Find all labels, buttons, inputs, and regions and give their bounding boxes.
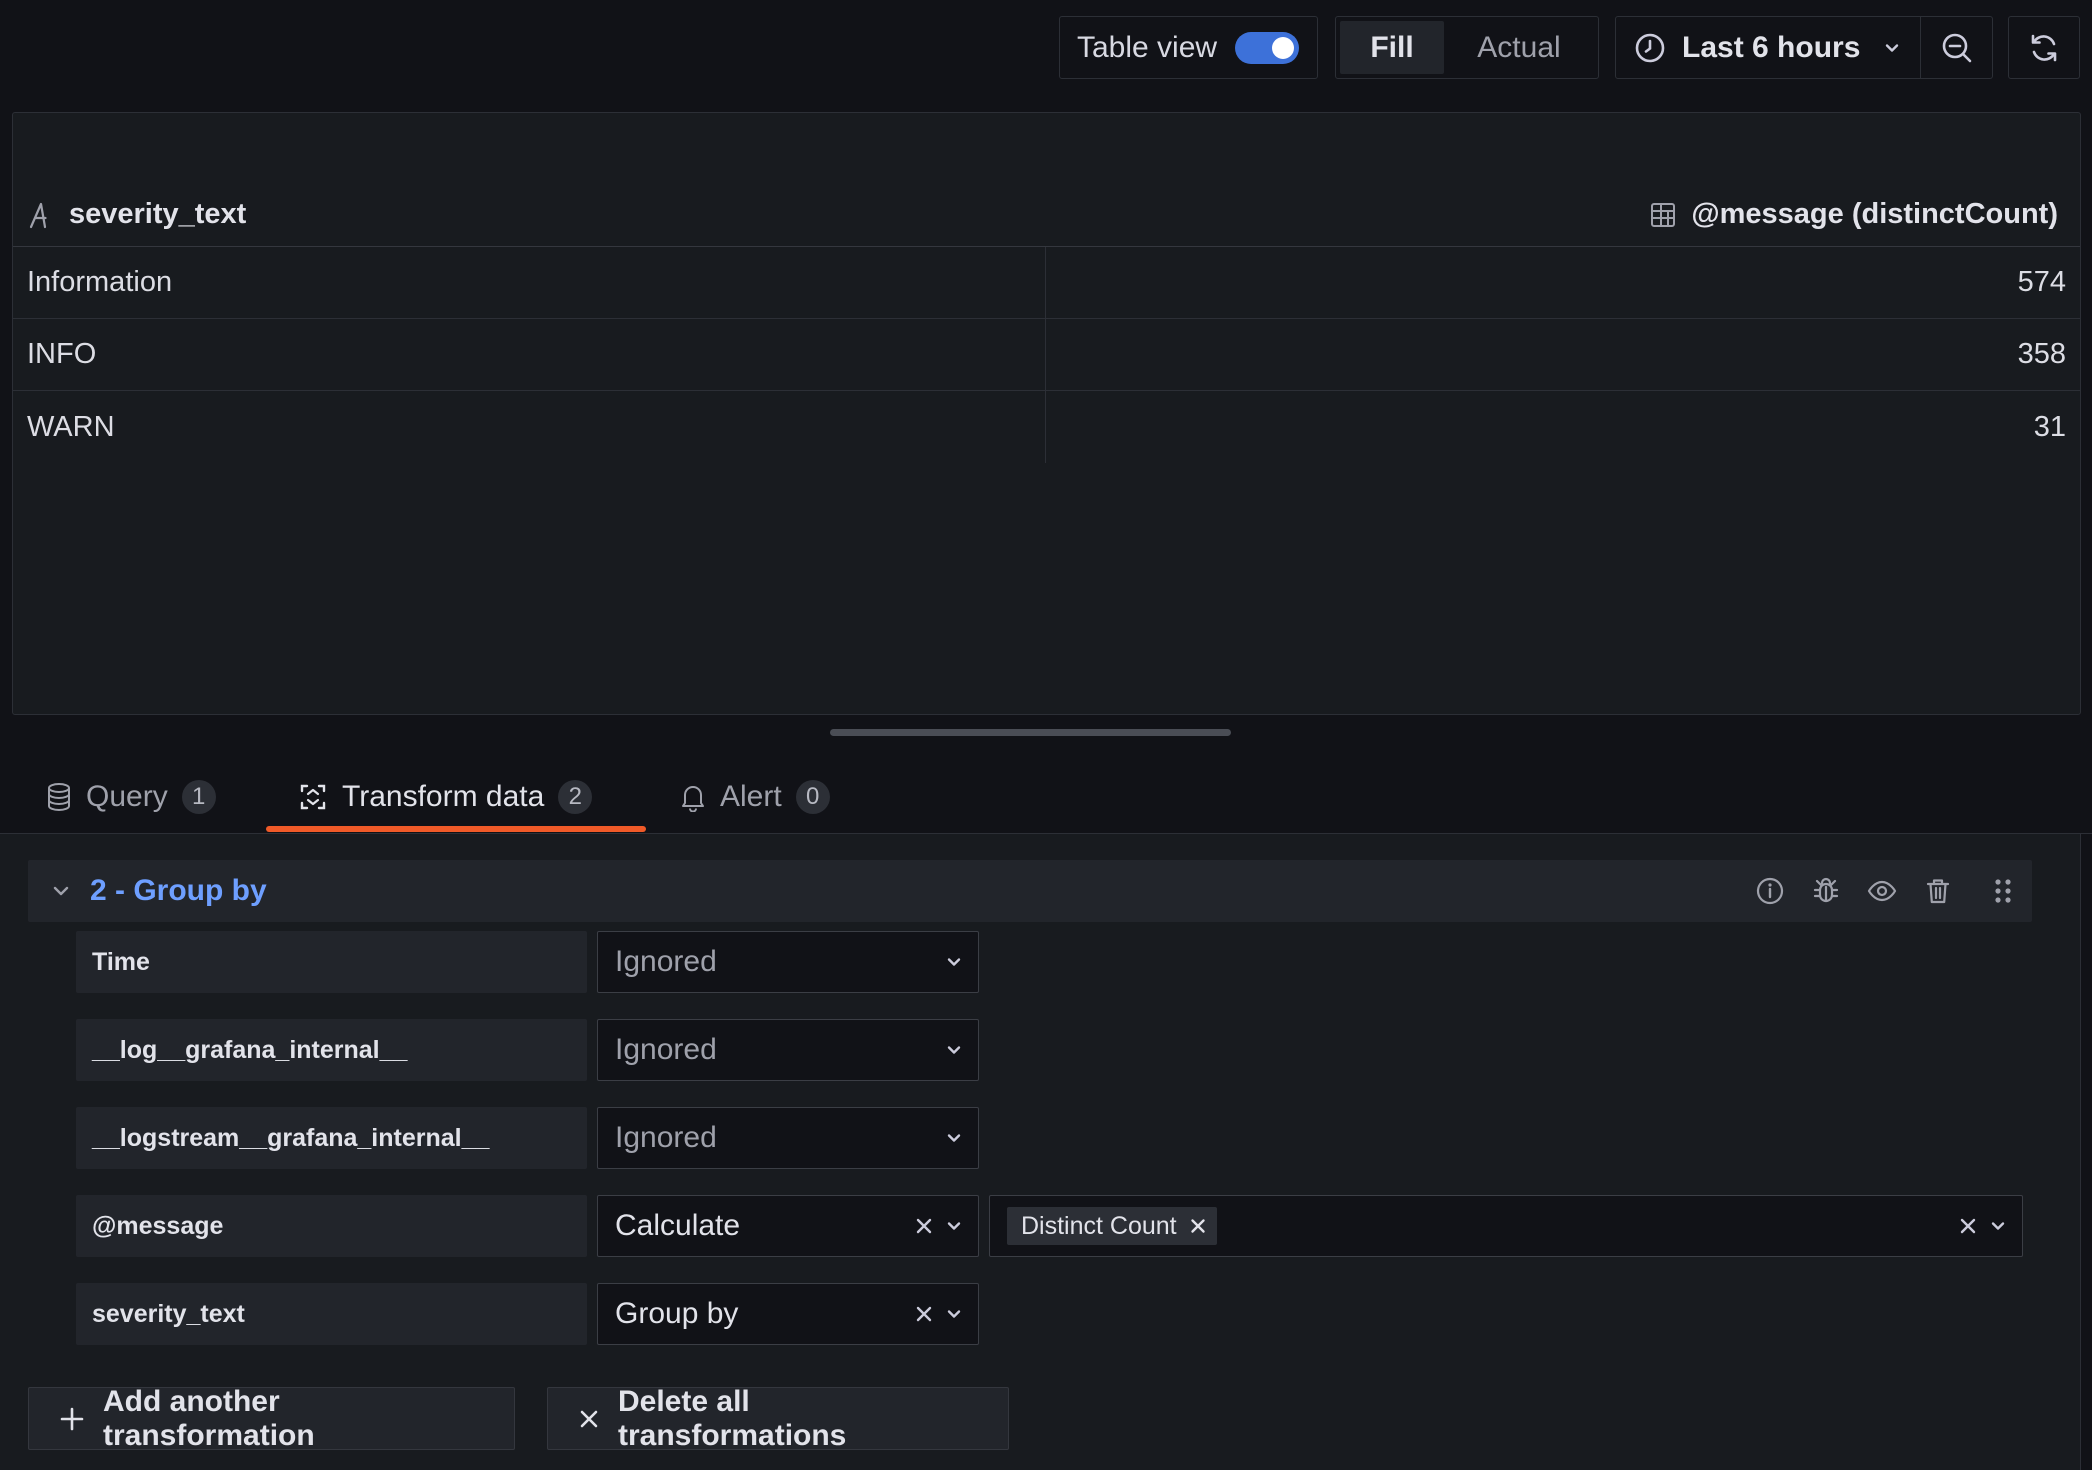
count-cell: 574 [2017, 266, 2066, 298]
field-name-label: severity_text [76, 1283, 587, 1345]
column-header-label: @message (distinctCount) [1691, 198, 2058, 230]
field-name-label: __logstream__grafana_internal__ [76, 1107, 587, 1169]
select-value: Ignored [615, 945, 717, 978]
select-value: Ignored [615, 1033, 717, 1066]
field-name-label: __log__grafana_internal__ [76, 1019, 587, 1081]
chevron-down-icon [1988, 1216, 2008, 1236]
clock-icon [1634, 32, 1666, 64]
time-picker: Last 6 hours [1615, 16, 1993, 79]
database-icon [46, 782, 72, 812]
count-cell: 31 [2033, 410, 2066, 443]
chevron-down-icon [1882, 38, 1902, 58]
count-cell: 358 [2017, 338, 2066, 370]
chevron-down-icon [944, 952, 964, 972]
field-name-label: @message [76, 1195, 587, 1257]
zoom-out-icon [1940, 31, 1974, 65]
field-option-select[interactable]: Ignored [597, 1019, 979, 1081]
select-value: Calculate [615, 1209, 741, 1242]
table-grid-icon [1649, 201, 1677, 229]
transformation-actions [1754, 860, 2014, 922]
severity-cell: INFO [13, 319, 1046, 390]
bell-icon [680, 782, 706, 812]
field-name-label: Time [76, 931, 587, 993]
tab-transform-data[interactable]: Transform data 2 [298, 760, 593, 834]
chevron-down-icon [944, 1128, 964, 1148]
text-type-icon [27, 200, 55, 230]
tab-count-badge: 2 [558, 780, 593, 814]
tab-count-badge: 1 [181, 780, 216, 814]
time-range-button[interactable]: Last 6 hours [1616, 17, 1921, 78]
field-option-select[interactable]: Ignored [597, 1107, 979, 1169]
time-range-label: Last 6 hours [1682, 30, 1861, 64]
add-transformation-button[interactable]: Add another transformation [28, 1384, 515, 1452]
transformation-header[interactable]: 2 - Group by [28, 860, 2032, 922]
column-header-message[interactable]: @message (distinctCount) [1649, 198, 2080, 231]
fill-actual-toggle: Fill Actual [1335, 16, 1599, 79]
chevron-down-icon [944, 1216, 964, 1236]
table-row: WARN 31 [13, 391, 2080, 463]
tab-label: Query [86, 780, 168, 813]
chevron-down-icon [944, 1304, 964, 1324]
delete-transformations-label: Delete all transformations [618, 1384, 847, 1452]
field-option-select[interactable]: Calculate [597, 1195, 979, 1257]
refresh-icon [2027, 31, 2061, 65]
actual-button[interactable]: Actual [1444, 21, 1594, 74]
severity-cell: WARN [13, 391, 1046, 463]
tab-alert[interactable]: Alert 0 [680, 760, 830, 834]
plus-icon [59, 1406, 85, 1432]
chevron-down-icon [944, 1040, 964, 1060]
chip-label: Distinct Count [1021, 1211, 1177, 1240]
column-header-severity[interactable]: severity_text [13, 198, 246, 231]
editor-tabs: Query 1 Transform data 2 Alert 0 [0, 760, 2092, 834]
panel-resize-handle[interactable] [830, 729, 1231, 736]
fill-button[interactable]: Fill [1340, 21, 1444, 74]
eye-icon[interactable] [1866, 875, 1898, 907]
trash-icon[interactable] [1922, 875, 1954, 907]
chip-remove-icon[interactable] [1189, 1217, 1207, 1235]
tab-label: Alert [720, 780, 782, 813]
table-row: Information 574 [13, 247, 2080, 319]
calculation-chip: Distinct Count [1007, 1207, 1217, 1245]
debug-bug-icon[interactable] [1810, 875, 1842, 907]
table-view-label: Table view [1077, 30, 1218, 64]
table-view-toggle[interactable]: Table view [1059, 16, 1318, 79]
tab-query[interactable]: Query 1 [46, 760, 216, 834]
refresh-button[interactable] [2008, 16, 2080, 79]
clear-icon[interactable] [1958, 1216, 1978, 1236]
column-header-label: severity_text [69, 198, 247, 230]
zoom-out-button[interactable] [1921, 17, 1992, 78]
field-option-select[interactable]: Ignored [597, 931, 979, 993]
table-header: severity_text @message (distinctCount) [13, 183, 2080, 247]
transform-icon [298, 782, 328, 812]
tab-count-badge: 0 [795, 780, 830, 814]
table-panel: severity_text @message (distinctCount) I… [12, 112, 2081, 715]
clear-icon[interactable] [914, 1304, 934, 1324]
table-view-switch[interactable] [1235, 31, 1300, 64]
table-row: INFO 358 [13, 319, 2080, 391]
severity-cell: Information [13, 247, 1046, 318]
drag-handle-icon[interactable] [1992, 875, 2014, 907]
select-value: Group by [615, 1297, 739, 1330]
clear-icon[interactable] [914, 1216, 934, 1236]
calculations-multiselect[interactable]: Distinct Count [989, 1195, 2023, 1257]
close-icon [578, 1408, 600, 1430]
delete-all-transformations-button[interactable]: Delete all transformations [547, 1384, 1009, 1452]
select-value: Ignored [615, 1121, 717, 1154]
tab-label: Transform data [342, 780, 545, 813]
info-icon[interactable] [1754, 875, 1786, 907]
collapse-chevron-icon[interactable] [50, 880, 72, 902]
add-transformation-label: Add another transformation [103, 1384, 315, 1452]
transformation-title[interactable]: 2 - Group by [90, 874, 267, 908]
field-option-select[interactable]: Group by [597, 1283, 979, 1345]
active-tab-indicator [266, 826, 646, 832]
